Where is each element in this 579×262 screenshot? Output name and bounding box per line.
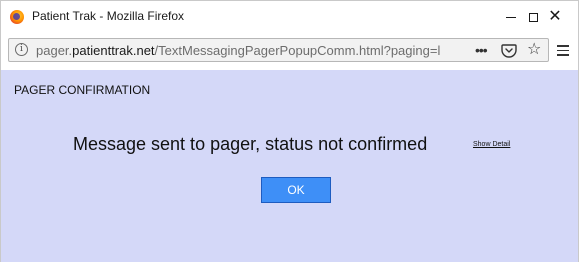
page-title: PAGER CONFIRMATION <box>14 83 151 97</box>
status-message: Message sent to pager, status not confir… <box>73 134 428 154</box>
more-icon[interactable]: ••• <box>475 41 488 59</box>
page-content: PAGER CONFIRMATION Message sent to pager… <box>1 70 578 262</box>
url-path: /TextMessagingPagerPopupComm.html?paging… <box>154 43 441 58</box>
window-title: Patient Trak - Mozilla Firefox <box>32 9 185 23</box>
url-domain: patienttrak.net <box>72 43 155 58</box>
title-bar: Patient Trak - Mozilla Firefox ✕ <box>1 1 578 33</box>
menu-icon[interactable] <box>557 45 569 56</box>
pocket-icon[interactable] <box>501 42 517 58</box>
browser-window: Patient Trak - Mozilla Firefox ✕ i pager… <box>0 0 579 262</box>
star-icon[interactable]: ☆ <box>527 40 541 60</box>
show-detail-link[interactable]: Show Detail <box>473 141 510 148</box>
info-icon[interactable]: i <box>15 43 28 56</box>
close-button[interactable]: ✕ <box>532 1 578 33</box>
url-text[interactable]: pager.patienttrak.net/TextMessagingPager… <box>36 43 456 58</box>
close-icon: ✕ <box>548 8 562 25</box>
navigation-bar: i pager.patienttrak.net/TextMessagingPag… <box>1 33 578 69</box>
address-bar[interactable]: i pager.patienttrak.net/TextMessagingPag… <box>8 38 549 62</box>
url-prefix: pager. <box>36 43 73 58</box>
ok-button[interactable]: OK <box>261 177 331 203</box>
firefox-icon <box>10 10 24 24</box>
